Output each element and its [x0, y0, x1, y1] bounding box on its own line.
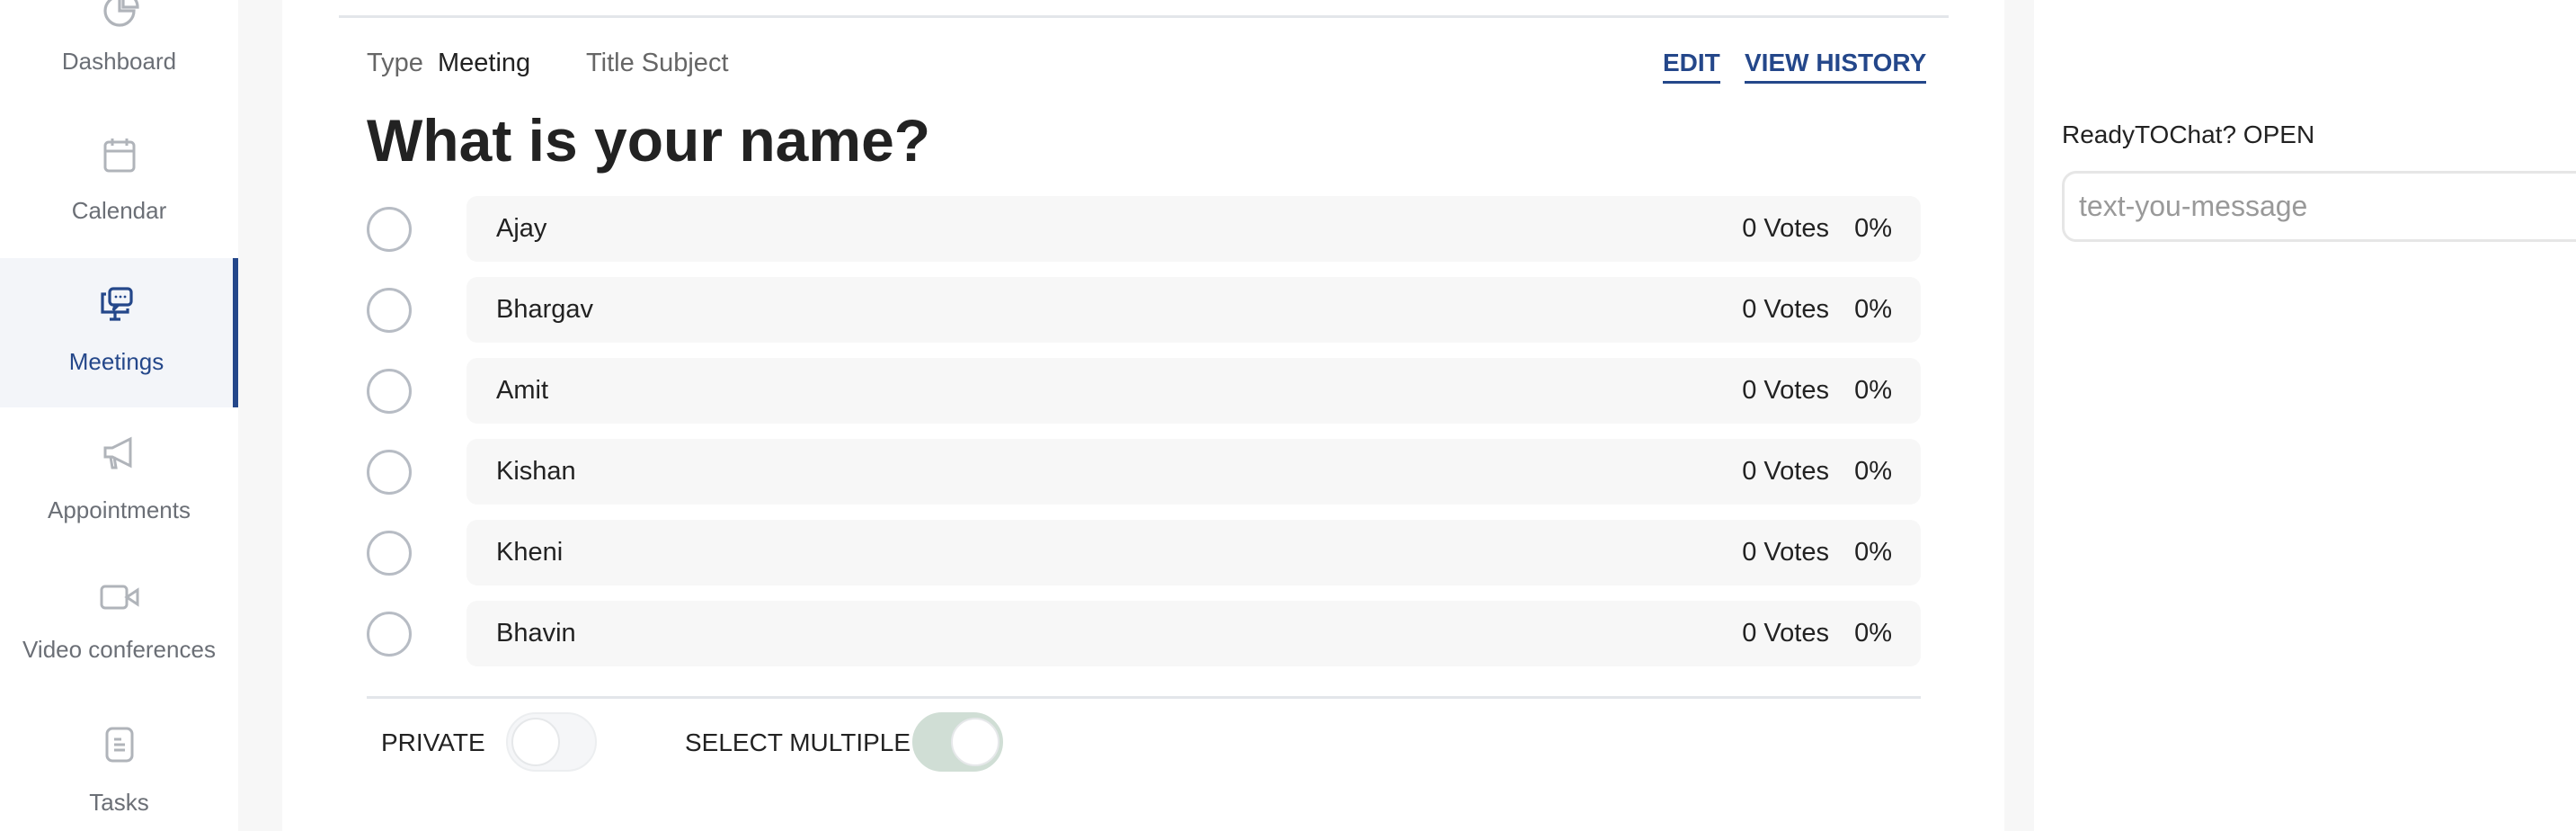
- sidebar-item-label: Meetings: [68, 348, 164, 375]
- option-votes: 0 Votes: [1742, 457, 1829, 486]
- chat-label: ReadyTOChat? OPEN: [2062, 121, 2315, 148]
- option-bar: Bhavin 0 Votes 0%: [466, 601, 1921, 666]
- option-name: Amit: [496, 376, 548, 405]
- option-percent: 0%: [1854, 619, 1892, 648]
- chat-panel: ReadyTOChat? OPEN: [2034, 0, 2576, 831]
- sidebar-item-appointments[interactable]: Appointments: [0, 414, 238, 549]
- meeting-chat-icon: [100, 287, 133, 321]
- option-radio[interactable]: [367, 207, 412, 252]
- type-label: Type: [367, 49, 423, 77]
- poll-option[interactable]: Amit 0 Votes 0%: [367, 358, 1921, 424]
- sidebar-item-label: Calendar: [71, 197, 167, 224]
- calendar-icon: [103, 138, 135, 173]
- view-history-link[interactable]: VIEW HISTORY: [1745, 49, 1927, 84]
- title-subject: Title Subject: [586, 49, 729, 77]
- poll-question: What is your name?: [367, 107, 931, 174]
- option-radio[interactable]: [367, 531, 412, 576]
- option-votes: 0 Votes: [1742, 538, 1829, 567]
- video-camera-icon: [100, 585, 138, 610]
- task-list-icon: [105, 727, 133, 763]
- toggle-knob: [511, 718, 560, 766]
- edit-link[interactable]: EDIT: [1663, 49, 1720, 84]
- option-percent: 0%: [1854, 376, 1892, 405]
- option-percent: 0%: [1854, 214, 1892, 243]
- sidebar-item-label: Tasks: [89, 789, 149, 816]
- option-votes: 0 Votes: [1742, 376, 1829, 405]
- sidebar-item-tasks[interactable]: Tasks: [0, 701, 238, 831]
- poll-option[interactable]: Ajay 0 Votes 0%: [367, 196, 1921, 262]
- option-percent: 0%: [1854, 295, 1892, 324]
- option-votes: 0 Votes: [1742, 619, 1829, 648]
- poll-option[interactable]: Kishan 0 Votes 0%: [367, 439, 1921, 505]
- megaphone-icon: [103, 436, 131, 469]
- poll-type: Type Meeting: [367, 49, 530, 78]
- select-multiple-toggle[interactable]: [912, 712, 1003, 772]
- option-percent: 0%: [1854, 457, 1892, 486]
- option-bar: Ajay 0 Votes 0%: [466, 196, 1921, 262]
- poll-option[interactable]: Bhargav 0 Votes 0%: [367, 277, 1921, 343]
- option-name: Bhargav: [496, 295, 594, 324]
- sidebar-item-meetings[interactable]: Meetings: [0, 258, 238, 407]
- option-radio[interactable]: [367, 369, 412, 414]
- option-votes: 0 Votes: [1742, 214, 1829, 243]
- pie-chart-icon: [102, 0, 139, 27]
- poll-panel: Type Meeting Title Subject EDIT VIEW HIS…: [282, 0, 2004, 831]
- option-name: Kheni: [496, 538, 564, 567]
- sidebar: Dashboard Calendar Meetings Appointments…: [0, 0, 238, 831]
- sidebar-item-label: Dashboard: [61, 48, 177, 75]
- divider: [367, 696, 1921, 699]
- private-label: PRIVATE: [381, 728, 485, 756]
- select-multiple-label: SELECT MULTIPLE: [685, 728, 911, 756]
- option-name: Bhavin: [496, 619, 576, 648]
- poll-option[interactable]: Kheni 0 Votes 0%: [367, 520, 1921, 585]
- sidebar-item-calendar[interactable]: Calendar: [0, 117, 238, 252]
- option-radio[interactable]: [367, 612, 412, 657]
- option-votes: 0 Votes: [1742, 295, 1829, 324]
- option-name: Ajay: [496, 214, 547, 243]
- divider: [339, 15, 1949, 18]
- poll-option[interactable]: Bhavin 0 Votes 0%: [367, 601, 1921, 666]
- option-bar: Kishan 0 Votes 0%: [466, 439, 1921, 505]
- option-name: Kishan: [496, 457, 576, 486]
- toggle-knob: [951, 718, 999, 766]
- option-bar: Kheni 0 Votes 0%: [466, 520, 1921, 585]
- option-radio[interactable]: [367, 450, 412, 495]
- option-bar: Amit 0 Votes 0%: [466, 358, 1921, 424]
- private-toggle[interactable]: [506, 712, 597, 772]
- option-bar: Bhargav 0 Votes 0%: [466, 277, 1921, 343]
- sidebar-item-video-conferences[interactable]: Video conferences: [0, 558, 238, 692]
- option-percent: 0%: [1854, 538, 1892, 567]
- type-value: Meeting: [438, 49, 531, 77]
- sidebar-item-label: Appointments: [48, 496, 191, 523]
- chat-message-input[interactable]: [2062, 171, 2576, 242]
- sidebar-item-label: Video conferences: [22, 636, 216, 663]
- option-radio[interactable]: [367, 288, 412, 333]
- sidebar-item-dashboard[interactable]: Dashboard: [0, 0, 238, 108]
